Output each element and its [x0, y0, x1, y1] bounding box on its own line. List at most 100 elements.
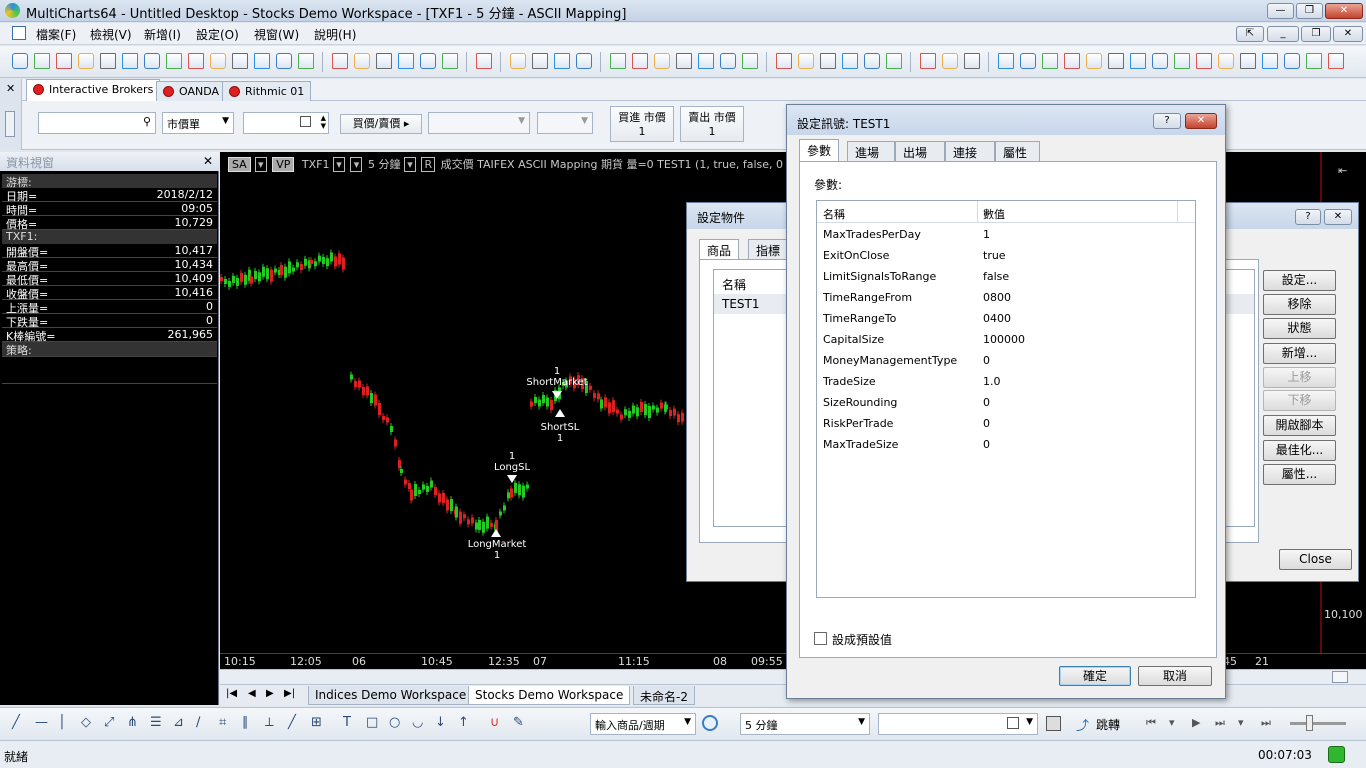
playback-icon[interactable]: ⏭ [1215, 716, 1225, 730]
toolbar-tool-icon[interactable] [188, 53, 204, 69]
toolbar-tool-icon[interactable] [576, 53, 592, 69]
properties-button[interactable]: 屬性... [1263, 464, 1336, 485]
calculator-icon[interactable] [300, 116, 311, 127]
clock-icon[interactable] [702, 715, 718, 731]
toolbar-tool-icon[interactable] [254, 53, 270, 69]
menu-window[interactable]: 視窗(W) [254, 26, 299, 43]
tab-untitled-2[interactable]: 未命名-2 [633, 686, 695, 705]
quantity-stepper[interactable]: ▲ ▼ [243, 112, 329, 134]
toolbar-tool-icon[interactable] [78, 53, 94, 69]
buy-market-button[interactable]: 買進 市價 1 [610, 106, 674, 142]
calendar-icon[interactable] [1007, 717, 1019, 729]
toolbar-tool-icon[interactable] [964, 53, 980, 69]
sell-market-button[interactable]: 賣出 市價 1 [680, 106, 744, 142]
parameter-value[interactable]: false [983, 270, 1009, 283]
dialog-close-button[interactable]: ✕ [1324, 209, 1352, 225]
toolbar-tool-icon[interactable] [920, 53, 936, 69]
parameter-value[interactable]: 0 [983, 396, 990, 409]
help-button[interactable]: ? [1153, 113, 1181, 129]
drawing-tool-icon[interactable]: ◡ [412, 715, 423, 730]
jump-label[interactable]: 跳轉 [1096, 716, 1120, 733]
col-name-header[interactable]: 名稱 [823, 206, 845, 222]
jump-icon[interactable]: ⤴ [1076, 715, 1089, 734]
parameter-row[interactable]: MoneyManagementType 0 [817, 350, 1195, 371]
panel-close-icon[interactable]: ✕ [6, 82, 15, 95]
parameter-row[interactable]: LimitSignalsToRange false [817, 266, 1195, 287]
toolbar-tool-icon[interactable] [1042, 53, 1058, 69]
symbol-search-input[interactable]: ⚲ [38, 112, 156, 134]
toolbar-tool-icon[interactable] [776, 53, 792, 69]
toolbar-tool-icon[interactable] [742, 53, 758, 69]
drawing-tool-icon[interactable]: ⊿ [173, 715, 184, 730]
toolbar-tool-icon[interactable] [442, 53, 458, 69]
tab-symbols[interactable]: 商品 [699, 239, 740, 261]
sa-badge[interactable]: SA [228, 157, 251, 172]
mdi-minimize-button[interactable]: _ [1267, 26, 1299, 42]
toolbar-tool-icon[interactable] [354, 53, 370, 69]
minimize-button[interactable]: — [1267, 3, 1294, 19]
mdi-restore-button[interactable]: ❐ [1301, 26, 1331, 42]
drawing-tool-icon[interactable]: — [35, 715, 48, 730]
playback-icon[interactable]: ▾ [1238, 716, 1244, 729]
toolbar-tool-icon[interactable] [376, 53, 392, 69]
toolbar-tool-icon[interactable] [632, 53, 648, 69]
zoom-slider[interactable] [1290, 722, 1346, 725]
toolbar-tool-icon[interactable] [532, 53, 548, 69]
drawing-tool-icon[interactable]: ∪ [490, 715, 500, 730]
toolbar-tool-icon[interactable] [1108, 53, 1124, 69]
toolbar-tool-icon[interactable] [842, 53, 858, 69]
toolbar-tool-icon[interactable] [276, 53, 292, 69]
parameter-row[interactable]: TimeRangeTo 0400 [817, 308, 1195, 329]
parameters-grid[interactable]: 名稱 數值 MaxTradesPerDay 1 ExitOnClose true Lim… [816, 200, 1196, 598]
connection-status-icon[interactable] [1328, 746, 1345, 763]
date-picker[interactable]: ▼ [878, 713, 1038, 735]
parameter-row[interactable]: TradeSize 1.0 [817, 371, 1195, 392]
tab-interactive-brokers[interactable]: Interactive Brokers [26, 79, 161, 101]
toolbar-tool-icon[interactable] [610, 53, 626, 69]
toolbar-tool-icon[interactable] [1284, 53, 1300, 69]
drawing-tool-icon[interactable]: ╱ [12, 715, 20, 730]
parameter-row[interactable]: RiskPerTrade 0 [817, 413, 1195, 434]
toolbar-tool-icon[interactable] [1130, 53, 1146, 69]
symbol-dropdown-icon[interactable]: ▾ [332, 157, 345, 172]
nav-next-icon[interactable]: ▶ [266, 688, 274, 699]
open-script-button[interactable]: 開啟腳本 [1263, 415, 1336, 436]
toolbar-tool-icon[interactable] [398, 53, 414, 69]
playback-icon[interactable]: ▾ [1169, 716, 1175, 729]
menu-file[interactable]: 檔案(F) [36, 26, 76, 43]
toolbar-tool-icon[interactable] [476, 53, 492, 69]
drawing-tool-icon[interactable]: ◇ [81, 715, 91, 730]
drawing-tool-icon[interactable]: ∥ [242, 715, 249, 730]
zoom-slider-thumb[interactable] [1306, 715, 1313, 731]
menu-insert[interactable]: 新增(I) [144, 26, 181, 43]
parameter-value[interactable]: 0400 [983, 312, 1011, 325]
mdi-close-button[interactable]: ✕ [1333, 26, 1363, 42]
toolbar-tool-icon[interactable] [654, 53, 670, 69]
drawing-tool-icon[interactable]: ○ [389, 715, 400, 730]
tab-parameters[interactable]: 參數 [799, 139, 840, 161]
order-type-select[interactable]: 市價單 ▼ [162, 112, 234, 134]
tab-properties[interactable]: 屬性 [995, 141, 1040, 161]
interval-dropdown-icon[interactable]: ▾ [350, 157, 363, 172]
help-button[interactable]: ? [1295, 209, 1321, 225]
toolbar-tool-icon[interactable] [1086, 53, 1102, 69]
drawing-tool-icon[interactable]: │ [58, 715, 66, 730]
vp-badge[interactable]: VP [272, 157, 295, 172]
ok-button[interactable]: 確定 [1059, 666, 1131, 686]
playback-icon[interactable]: ⏮ [1146, 716, 1156, 730]
move-up-button[interactable]: 上移 [1263, 367, 1336, 388]
mdi-float-button[interactable]: ⇱ [1236, 26, 1264, 42]
col-value-header[interactable]: 數值 [983, 206, 1005, 222]
symbol-interval-input[interactable]: 輸入商品/週期 ▼ [590, 713, 696, 735]
toolbar-tool-icon[interactable] [942, 53, 958, 69]
parameter-value[interactable]: 1.0 [983, 375, 1001, 388]
toolbar-tool-icon[interactable] [100, 53, 116, 69]
parameter-row[interactable]: MaxTradesPerDay 1 [817, 224, 1195, 245]
parameter-value[interactable]: 0 [983, 354, 990, 367]
tab-connections[interactable]: 連接線 [945, 141, 995, 177]
toolbar-tool-icon[interactable] [820, 53, 836, 69]
parameter-value[interactable]: true [983, 249, 1006, 262]
short-sl-arrow[interactable] [555, 409, 565, 417]
drawing-tool-icon[interactable]: ⋔ [127, 715, 138, 730]
toolbar-tool-icon[interactable] [420, 53, 436, 69]
